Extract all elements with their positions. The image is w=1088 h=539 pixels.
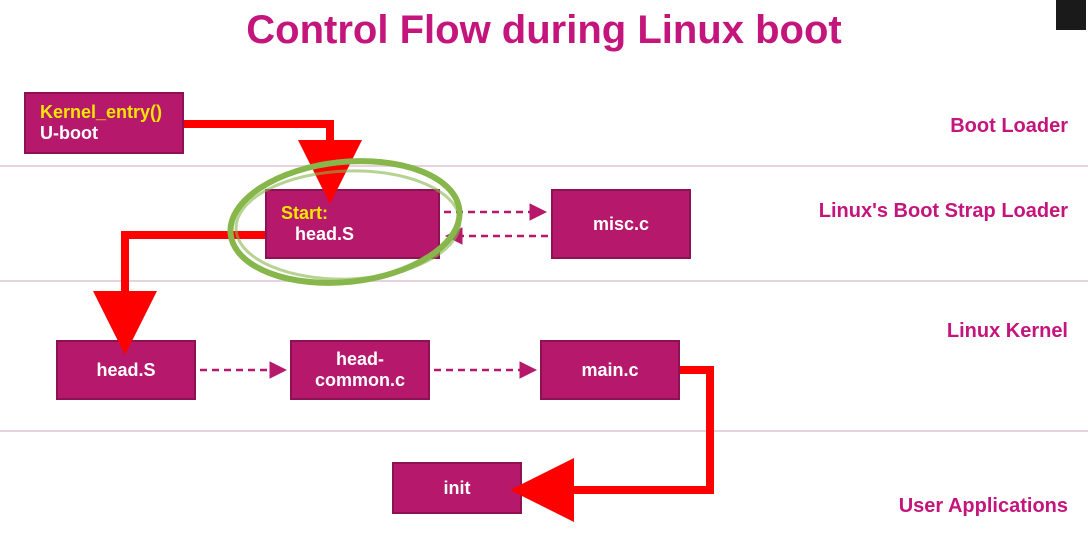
- uboot-label: U-boot: [40, 123, 98, 144]
- label-boot-loader: Boot Loader: [950, 115, 1068, 138]
- box-head-s-bsl: Start: head.S: [265, 189, 440, 259]
- label-bootstrap-loader: Linux's Boot Strap Loader: [819, 200, 1068, 223]
- heads-kernel-label: head.S: [96, 360, 155, 381]
- label-user-applications: User Applications: [899, 495, 1068, 518]
- label-linux-kernel: Linux Kernel: [947, 320, 1068, 343]
- box-misc: misc.c: [551, 189, 691, 259]
- page-title: Control Flow during Linux boot: [0, 8, 1088, 53]
- divider-3: [0, 430, 1088, 432]
- heads-label: head.S: [281, 224, 354, 245]
- divider-1: [0, 165, 1088, 167]
- init-label: init: [444, 478, 471, 499]
- box-head-s-kernel: head.S: [56, 340, 196, 400]
- box-head-common: head- common.c: [290, 340, 430, 400]
- box-init: init: [392, 462, 522, 514]
- corner-decoration: [1056, 0, 1086, 30]
- headcommon-line1: head-: [336, 349, 384, 370]
- box-uboot: Kernel_entry() U-boot: [24, 92, 184, 154]
- diagram-overlay: [0, 0, 1088, 539]
- uboot-function: Kernel_entry(): [40, 102, 162, 123]
- headcommon-line2: common.c: [315, 370, 405, 391]
- box-main-c: main.c: [540, 340, 680, 400]
- misc-label: misc.c: [593, 214, 649, 235]
- divider-2: [0, 280, 1088, 282]
- mainc-label: main.c: [581, 360, 638, 381]
- heads-start: Start:: [281, 203, 328, 224]
